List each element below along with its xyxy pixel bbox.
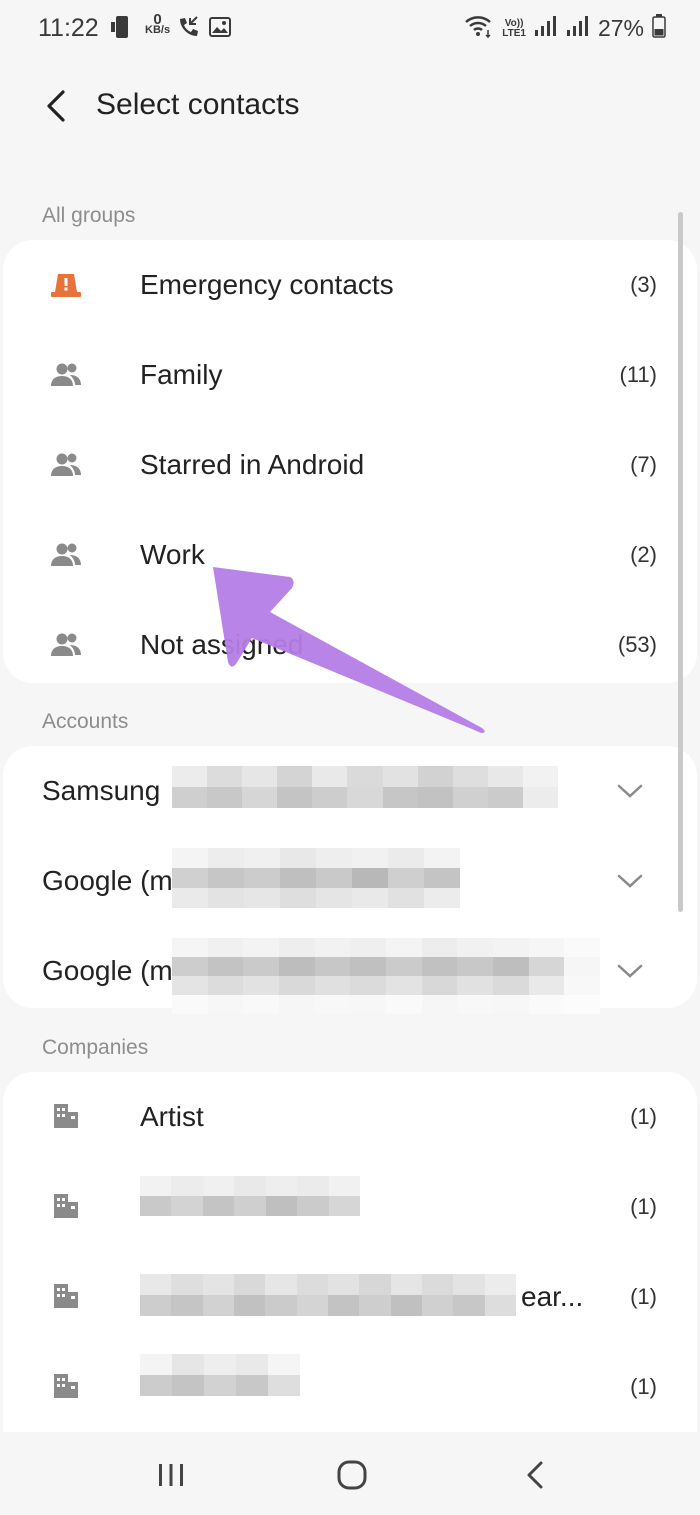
group-row-not-assigned[interactable]: Not assigned (53) — [3, 600, 697, 690]
wifi-icon — [464, 14, 494, 43]
redacted-text — [172, 766, 558, 808]
chevron-down-icon[interactable] — [615, 866, 645, 896]
redacted-text — [140, 1176, 360, 1216]
company-count: (1) — [630, 1194, 657, 1219]
recent-apps-button[interactable] — [146, 1452, 196, 1498]
group-count: (11) — [619, 362, 658, 387]
net-speed: 0 KB/s — [145, 12, 171, 36]
account-label: Google (m — [42, 865, 173, 896]
people-icon — [49, 358, 83, 392]
app-header: Select contacts — [0, 70, 700, 140]
group-count: (7) — [630, 452, 657, 477]
company-count: (1) — [630, 1284, 657, 1309]
redacted-text — [140, 1274, 516, 1316]
section-title-groups: All groups — [42, 204, 136, 227]
redacted-text — [140, 1354, 300, 1396]
company-row-4[interactable]: (1) — [3, 1342, 697, 1432]
signal-icon — [534, 15, 558, 42]
volte-top: Vo)) — [504, 17, 524, 29]
nav-back-icon — [527, 1461, 543, 1489]
account-label: Samsung — [42, 775, 161, 806]
image-icon — [209, 17, 231, 42]
building-icon — [49, 1279, 83, 1313]
people-icon — [49, 448, 83, 482]
navigation-bar — [0, 1432, 700, 1515]
volte-bottom: LTE1 — [502, 27, 526, 39]
volte-indicator: Vo)) LTE1 — [502, 17, 526, 39]
phone-mirror-icon — [110, 14, 134, 45]
group-row-family[interactable]: Family (11) — [3, 330, 697, 420]
signal-icon-2 — [566, 15, 590, 42]
group-row-emergency[interactable]: Emergency contacts (3) — [3, 240, 697, 330]
home-icon — [337, 1460, 367, 1490]
home-button[interactable] — [327, 1452, 377, 1498]
status-left-icons — [110, 14, 134, 45]
back-button[interactable] — [38, 86, 74, 126]
company-row-artist[interactable]: Artist (1) — [3, 1072, 697, 1162]
battery-icon — [652, 14, 666, 43]
group-count: (2) — [630, 542, 657, 567]
company-label: Artist — [140, 1101, 204, 1132]
building-icon — [49, 1189, 83, 1223]
group-label: Emergency contacts — [140, 269, 394, 300]
missed-call-icon — [176, 16, 200, 45]
battery-percent: 27% — [597, 15, 644, 41]
nav-back-button[interactable] — [510, 1452, 560, 1498]
group-label: Not assigned — [140, 629, 304, 660]
status-bar: 11:22 0 KB/s Vo)) LTE1 27% — [0, 0, 700, 60]
screen: 11:22 0 KB/s Vo)) LTE1 27% Select contac… — [0, 0, 700, 1515]
chevron-down-icon[interactable] — [615, 956, 645, 986]
group-count: (53) — [617, 632, 657, 657]
company-count: (1) — [630, 1104, 657, 1129]
group-label: Work — [140, 539, 205, 570]
building-icon — [49, 1369, 83, 1403]
group-row-starred[interactable]: Starred in Android (7) — [3, 420, 697, 510]
people-icon — [49, 538, 83, 572]
people-icon — [49, 628, 83, 662]
group-label: Family — [140, 359, 223, 390]
emergency-icon — [49, 268, 83, 302]
recent-apps-icon — [159, 1464, 183, 1486]
scrollbar[interactable] — [678, 212, 683, 912]
net-speed-unit: KB/s — [145, 24, 171, 36]
group-label: Starred in Android — [140, 449, 365, 480]
company-label: ear... — [521, 1281, 584, 1312]
section-title-accounts: Accounts — [42, 710, 129, 733]
building-icon — [49, 1099, 83, 1133]
redacted-text — [172, 938, 600, 1014]
groups-card: Emergency contacts (3) Family (11) Starr… — [3, 240, 697, 683]
company-count: (1) — [630, 1374, 657, 1399]
status-right-icons: Vo)) LTE1 27% — [464, 14, 666, 43]
status-time: 11:22 — [38, 14, 99, 42]
section-title-companies: Companies — [42, 1036, 149, 1059]
back-arrow-icon — [47, 90, 65, 122]
group-row-work[interactable]: Work (2) — [3, 510, 697, 600]
redacted-text — [172, 848, 460, 908]
chevron-down-icon[interactable] — [615, 776, 645, 806]
account-label: Google (m — [42, 955, 173, 986]
group-count: (3) — [630, 272, 657, 297]
page-title: Select contacts — [96, 88, 300, 121]
companies-card: Artist (1) (1) ear... (1) (1) — [3, 1072, 697, 1432]
